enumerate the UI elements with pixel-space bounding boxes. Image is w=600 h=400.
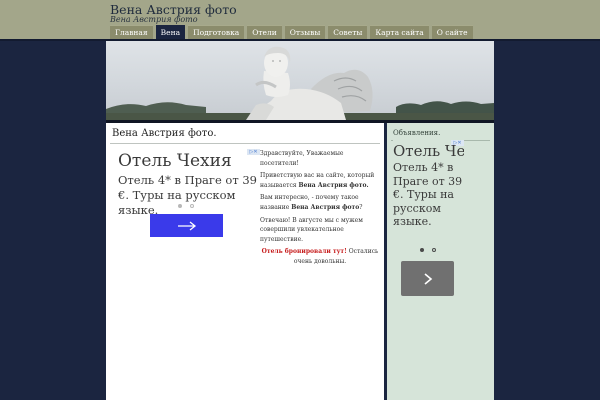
arrow-right-icon: [177, 220, 196, 231]
sidebar-ad-title[interactable]: Отель Чехия: [393, 142, 464, 160]
site-description: Вена Австрия фото: [110, 15, 198, 24]
intro-question: Вам интересно, - почему такое название В…: [260, 194, 363, 211]
site-name-bold: Вена Австрия фото.: [298, 181, 369, 189]
ad-choices-badge[interactable]: ▷✕: [247, 149, 260, 155]
chevron-right-icon: [423, 272, 432, 285]
sidebar-title: Объявления.: [393, 129, 441, 137]
sidebar-carousel-dot-2[interactable]: [432, 248, 436, 252]
header-banner-image: [106, 41, 494, 120]
nav-item-tips[interactable]: Советы: [328, 25, 368, 39]
ad-title[interactable]: Отель Чехия: [118, 151, 232, 171]
nav-item-home[interactable]: Главная: [110, 25, 153, 39]
title-divider: [110, 143, 380, 144]
nav-item-sitemap[interactable]: Карта сайта: [370, 25, 429, 39]
intro-text: Здравствуйте, Уважаемые посетители! Прив…: [260, 149, 380, 270]
main-nav: Главная Вена Подготовка Отели Отзывы Сов…: [110, 25, 476, 39]
sidebar-ad-carousel-dots: [420, 248, 440, 253]
intro-hotel: Отель бронировали тут! Остались очень до…: [261, 248, 379, 265]
content-ad-block[interactable]: ▷✕ Отель Чехия Отель 4* в Праге от 39 €.…: [118, 149, 260, 239]
page-title: Вена Австрия фото.: [112, 128, 217, 139]
sidebar-ad-text[interactable]: Отель 4* в Праге от 39 €. Туры на русско…: [393, 161, 464, 229]
hotel-booking-link[interactable]: Отель бронировали тут!: [262, 248, 347, 255]
ad-text[interactable]: Отель 4* в Праге от 39 €. Туры на русско…: [118, 173, 260, 218]
nav-item-reviews[interactable]: Отзывы: [284, 25, 326, 39]
ad-carousel-dots: [178, 204, 198, 209]
sidebar: Объявления. ▷✕ Отель Чехия Отель 4* в Пр…: [387, 123, 494, 400]
nav-item-about[interactable]: О сайте: [431, 25, 473, 39]
nav-item-vienna[interactable]: Вена: [155, 25, 186, 39]
main-content: Вена Австрия фото. ▷✕ Отель Чехия Отель …: [106, 123, 384, 400]
ad-cta-button[interactable]: [150, 214, 223, 237]
carousel-dot-1[interactable]: [178, 204, 182, 208]
intro-greeting: Здравствуйте, Уважаемые посетители!: [260, 150, 344, 167]
carousel-dot-2[interactable]: [190, 204, 194, 208]
intro-welcome: Приветствую вас на сайте, который называ…: [260, 172, 375, 189]
site-name-bold-2: Вена Австрия фото: [291, 203, 360, 211]
nav-item-preparation[interactable]: Подготовка: [188, 25, 245, 39]
intro-answer: Отвечаю! В августе мы с мужем совершили …: [260, 216, 363, 243]
sphinx-statue-image: [106, 46, 494, 120]
sidebar-ad-block[interactable]: ▷✕ Отель Чехия Отель 4* в Праге от 39 €.…: [393, 140, 464, 298]
nav-item-hotels[interactable]: Отели: [247, 25, 282, 39]
sidebar-carousel-dot-1[interactable]: [420, 248, 424, 252]
sidebar-ad-cta-button[interactable]: [401, 261, 454, 296]
